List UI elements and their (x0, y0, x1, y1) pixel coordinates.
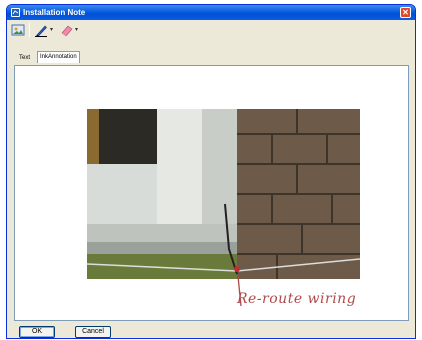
tab-ink-annotation[interactable]: InkAnnotation (37, 51, 80, 63)
eraser-tool-button[interactable] (59, 23, 73, 37)
insert-image-icon (11, 24, 25, 36)
ok-button[interactable]: OK (19, 326, 55, 338)
eraser-icon (61, 25, 73, 37)
close-button[interactable]: ✕ (400, 7, 411, 18)
pen-dropdown-arrow[interactable]: ▾ (50, 26, 53, 33)
toolbar-separator (29, 23, 30, 37)
tab-strip: Text InkAnnotation (7, 51, 415, 65)
toolbar: ▾ ▾ (7, 20, 415, 40)
eraser-dropdown-arrow[interactable]: ▾ (75, 26, 78, 33)
tab-text[interactable]: Text (17, 53, 32, 63)
dialog-button-bar: OK Cancel (7, 323, 415, 338)
installation-photo (87, 109, 360, 279)
pen-tool-button[interactable] (34, 23, 48, 37)
insert-image-button[interactable] (11, 23, 25, 37)
title-bar[interactable]: Installation Note ✕ (7, 5, 415, 20)
app-icon (11, 8, 20, 17)
window-title: Installation Note (23, 8, 86, 17)
pen-icon (35, 25, 47, 37)
ink-annotation-text: Re-route wiring (237, 291, 357, 307)
installation-note-window: Installation Note ✕ ▾ ▾ Text InkAnnotati… (6, 4, 416, 339)
close-icon: ✕ (402, 8, 409, 17)
ink-annotation-canvas[interactable]: Re-route wiring (14, 65, 409, 321)
cancel-button[interactable]: Cancel (75, 326, 111, 338)
